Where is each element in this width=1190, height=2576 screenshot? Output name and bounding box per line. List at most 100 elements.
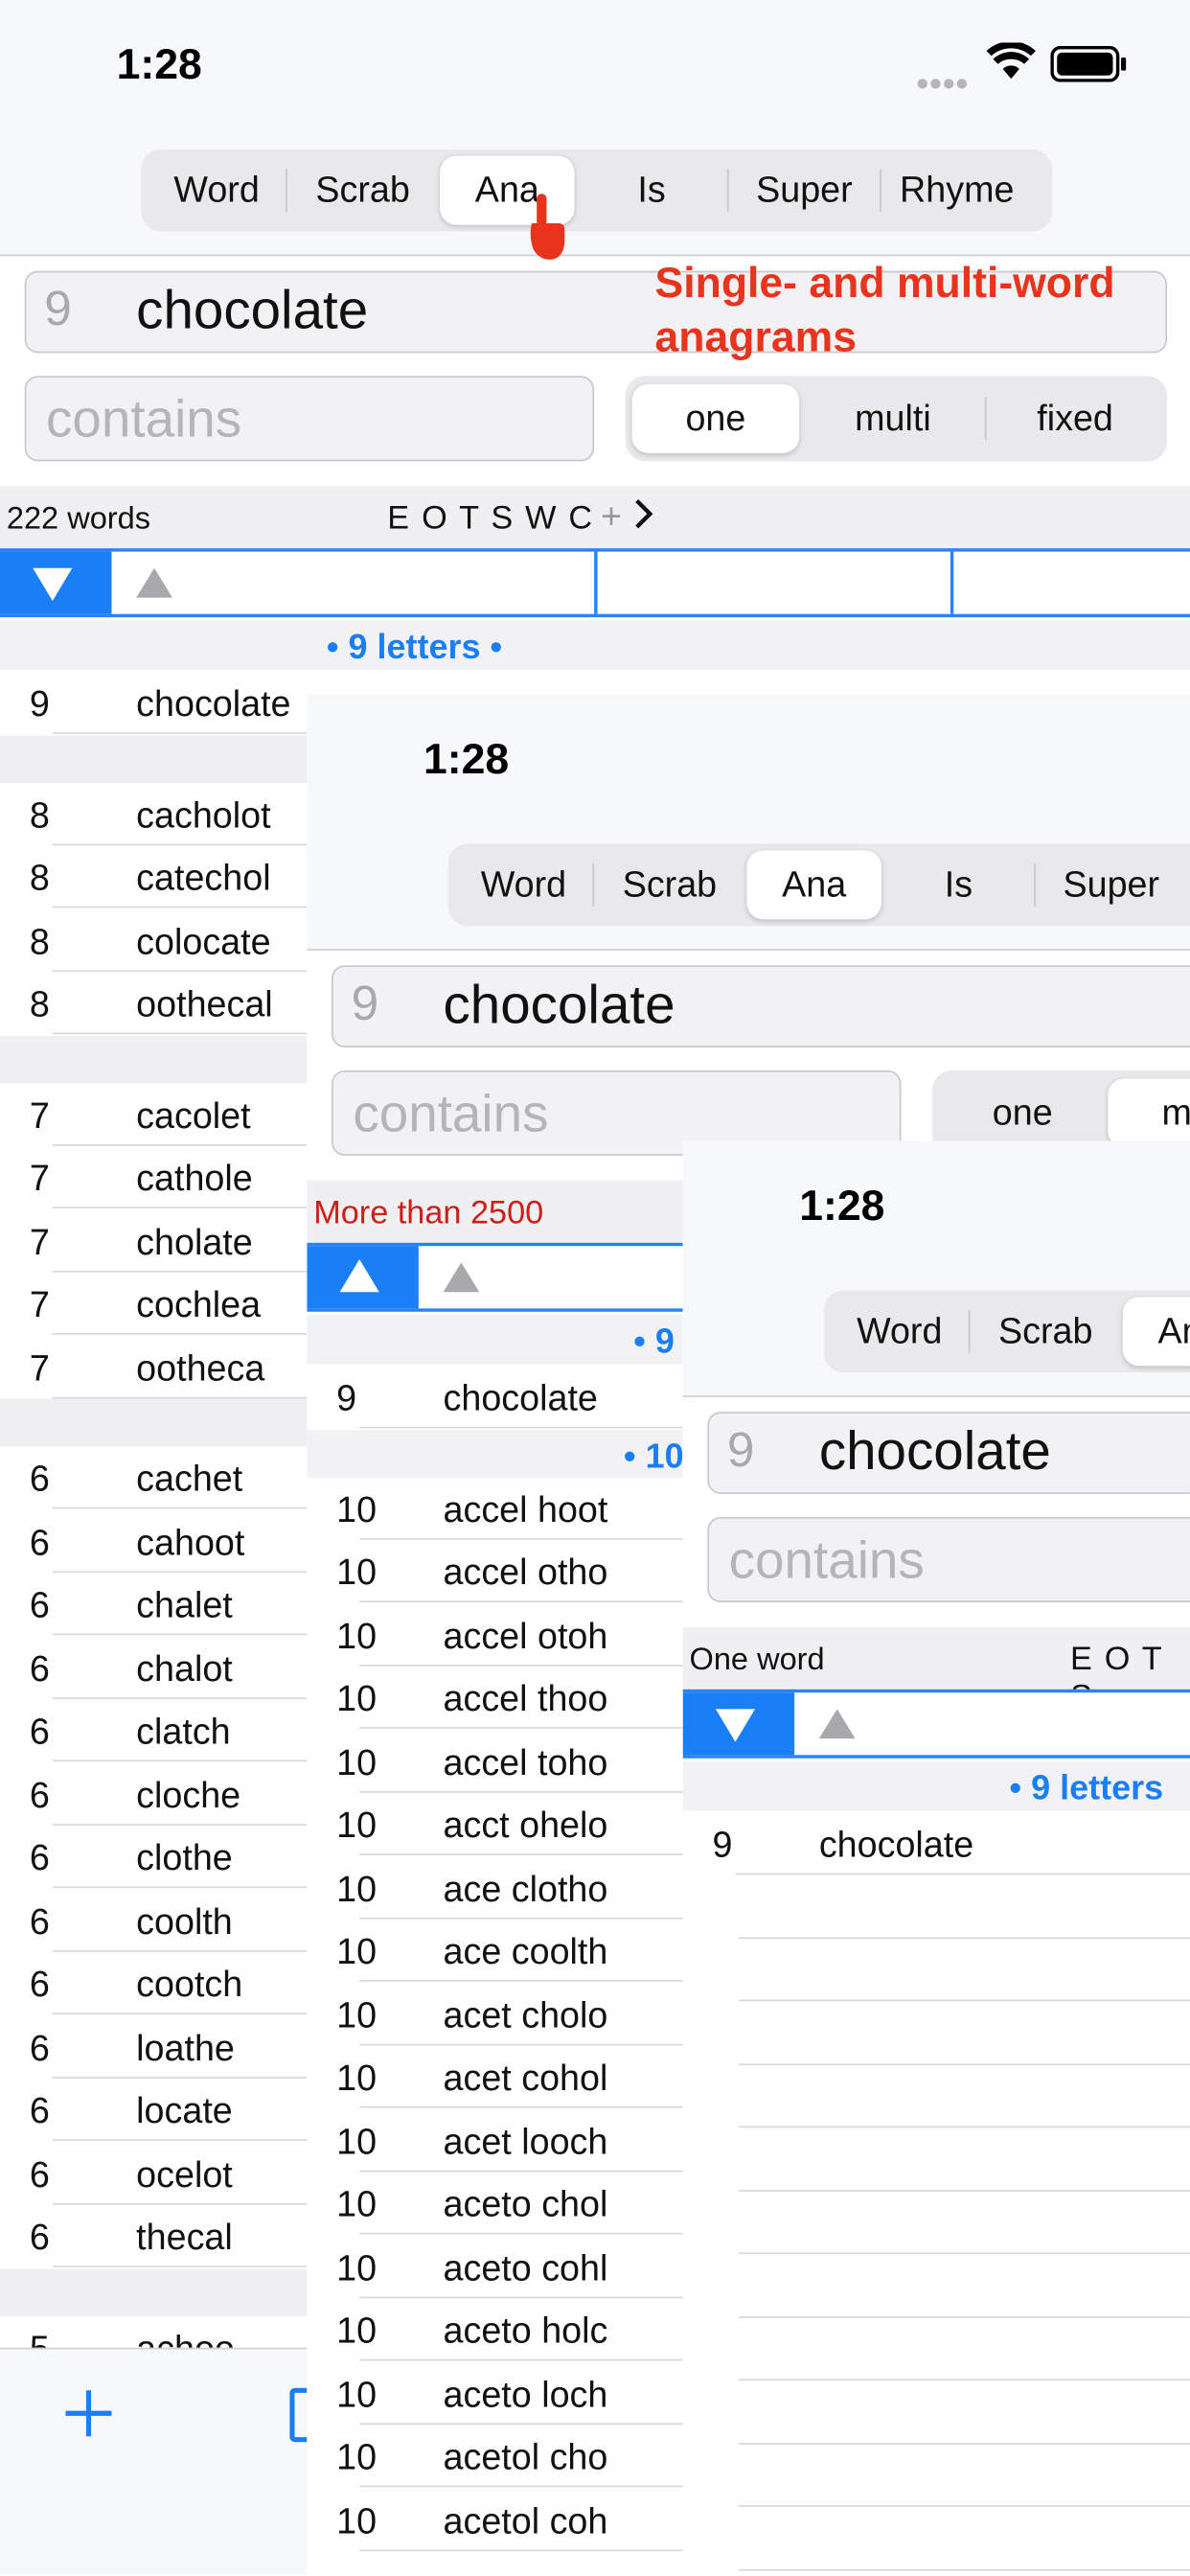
row-length: 6 [29,2026,50,2068]
row-word: locate [136,2089,233,2131]
row-length: 10 [336,1677,378,1719]
contains-input-3[interactable]: contains [707,1516,1190,1602]
word-count: 222 words [6,502,151,538]
empty-row-divider [738,2189,1190,2192]
tab-ana-2[interactable]: Ana [746,850,881,920]
tab-word[interactable]: Word [148,156,286,225]
row-length: 8 [29,920,50,962]
row-length: 6 [29,1836,50,1878]
sort-asc-button[interactable] [307,1246,419,1309]
row-word: clothe [136,1836,233,1878]
row-word: cootch [136,1963,243,2005]
tab-super-2[interactable]: Super [1036,850,1187,919]
row-word: accel hoot [443,1487,608,1530]
row-word: thecal [136,2216,233,2258]
triangle-up-icon-3[interactable] [818,1709,856,1739]
row-word: oothecal [136,983,273,1024]
word-length: 9 [44,282,72,337]
tab-rhyme[interactable]: Rhyme [881,156,1033,225]
row-length: 10 [336,2373,378,2415]
row-word: aceto cohl [443,2246,608,2288]
tab-scrab-2[interactable]: Scrab [594,850,745,919]
info-bar-3: One word E O T S [682,1626,1190,1715]
wifi-icon [986,40,1036,82]
status-bar-3: 1:28 Word Scrab Ana [682,1140,1190,1397]
segment-one-2[interactable]: one [939,1079,1107,1148]
empty-row-divider [738,2379,1190,2380]
row-length: 8 [29,983,50,1024]
tab-word-3[interactable]: Word [831,1297,969,1366]
row-word: ace clotho [443,1867,608,1909]
row-length: 6 [29,1711,50,1752]
row-word: acct ohelo [443,1804,608,1846]
triangle-up-icon[interactable] [136,567,172,598]
chevron-right-icon[interactable] [632,495,655,540]
triangle-down-icon [33,567,73,601]
search-field-3[interactable]: 9 chocolate [707,1412,1190,1494]
row-word: loathe [136,2026,235,2068]
row-word: aceto chol [443,2183,608,2225]
row-length: 10 [336,1930,378,1972]
segment-multi-2[interactable]: multi [1108,1078,1190,1148]
row-word: cathole [136,1157,253,1199]
row-length: 6 [29,1521,50,1563]
tab-is-2[interactable]: Is [883,850,1035,919]
copy-icon[interactable] [289,2385,309,2445]
row-length: 6 [29,1584,50,1625]
row-word: acet cholo [443,1993,608,2036]
word-count-3: One word [689,1643,825,1678]
add-button[interactable] [60,2385,116,2441]
tab-super[interactable]: Super [729,156,881,225]
sort-bar [0,548,1190,618]
row-length: 10 [336,2246,378,2288]
sort-desc-button-3[interactable] [682,1692,795,1756]
row-length: 10 [336,1804,378,1846]
letter-filter: E O T S W C [387,500,594,538]
segment-one[interactable]: one [631,383,800,453]
battery-icon [1050,45,1129,82]
sort-desc-button[interactable] [0,551,112,614]
row-word: acetol cho [443,2436,608,2478]
empty-row-divider [738,2126,1190,2128]
status-bar-2: 1:28 Word Scrab Ana Is Super [307,694,1190,951]
empty-row-divider [738,2252,1190,2255]
segment-multi[interactable]: multi [801,384,985,453]
warning-text: More than 2500 [313,1195,544,1231]
tab-is[interactable]: Is [576,156,727,225]
contains-input[interactable]: contains [24,376,595,462]
row-length: 9 [29,682,50,724]
row-length: 7 [29,1157,50,1199]
tab-scrab[interactable]: Scrab [287,156,439,225]
row-word: cahoot [136,1521,245,1563]
row-word: ocelot [136,2152,233,2195]
tab-ana-3[interactable]: Ana [1122,1297,1190,1367]
row-word: colocate [136,920,271,962]
plus-icon[interactable]: + [601,495,622,539]
empty-row-divider [738,2442,1190,2444]
empty-row-divider [738,1999,1190,2002]
row-length: 10 [336,2499,378,2542]
empty-row-divider [738,2062,1190,2065]
triangle-up-icon-white [339,1258,379,1293]
row-word: aceto holc [443,2310,608,2352]
row-word: cholate [136,1220,253,1262]
table-row[interactable]: 9 chocolate [683,1812,1190,1875]
mode-tabs: Word Scrab Ana Is Super Rhyme [141,149,1053,232]
triangle-up-icon-2[interactable] [443,1262,480,1293]
row-length: 7 [29,1220,50,1262]
row-word: acet looch [443,2120,608,2162]
row-length: 8 [29,794,50,836]
row-length: 10 [336,2310,378,2352]
row-length: 6 [29,2152,50,2195]
screen-3: 1:28 Word Scrab Ana 9 chocolate contains… [682,1140,1190,2575]
status-time-3: 1:28 [799,1180,885,1230]
tab-scrab-3[interactable]: Scrab [970,1297,1121,1366]
row-length: 6 [29,1774,50,1815]
tab-word-2[interactable]: Word [455,850,593,919]
segment-fixed[interactable]: fixed [987,384,1164,453]
search-field-2[interactable]: 9 chocolate [332,965,1190,1047]
word-length-3: 9 [726,1423,755,1478]
row-length: 6 [29,1458,50,1500]
row-word: aceto loch [443,2373,608,2415]
row-length: 7 [29,1283,50,1325]
